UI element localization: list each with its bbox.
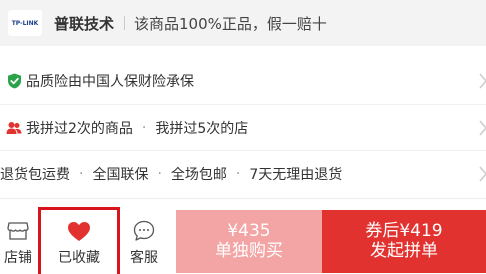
solo-label: 单独购买 xyxy=(215,240,283,261)
favorite-label: 已收藏 xyxy=(58,250,100,266)
solo-price: ¥435 xyxy=(227,220,271,241)
store-tab-label: 店铺 xyxy=(4,250,32,266)
customer-service-button[interactable]: 客服 xyxy=(124,209,164,273)
start-group-buy-button[interactable]: 券后¥419 发起拼单 xyxy=(322,210,486,273)
service-label: 客服 xyxy=(130,250,158,266)
group-label: 发起拼单 xyxy=(370,240,438,261)
store-name: 普联技术 xyxy=(54,14,115,33)
group-price: 券后¥419 xyxy=(365,220,443,241)
favorite-button[interactable]: 已收藏 xyxy=(38,207,120,274)
service-item: 全国联保 xyxy=(92,166,149,183)
history-item-store: 我拼过5次的店 xyxy=(155,120,249,137)
chat-bubble-icon xyxy=(133,219,155,243)
service-item: 7天无理由退货 xyxy=(249,166,343,183)
guarantee-row[interactable]: 品质险由中国人保财险承保 xyxy=(0,58,486,104)
service-item: 全场包邮 xyxy=(170,166,227,183)
separator-dot: · xyxy=(79,165,84,182)
separator-dot: · xyxy=(235,165,241,182)
history-item-product: 我拼过2次的商品 xyxy=(26,120,133,137)
chevron-right-icon xyxy=(479,166,486,182)
service-promises-row[interactable]: 退货包运费 · 全国联保 · 全场包邮 · 7天无理由退货 xyxy=(0,150,486,196)
service-item: 退货包运费 xyxy=(0,166,70,183)
divider xyxy=(124,16,126,30)
chevron-right-icon xyxy=(479,120,486,136)
bottom-action-bar: 店铺 已收藏 客服 ¥435 单独购买 券后¥419 发起拼单 xyxy=(0,198,486,274)
store-logo-text: TP-LINK xyxy=(11,19,39,27)
users-icon xyxy=(6,120,22,136)
heart-icon xyxy=(67,219,91,243)
store-tab-button[interactable]: 店铺 xyxy=(0,209,36,273)
store-banner[interactable]: TP-LINK 普联技术 该商品100%正品，假一赔十 xyxy=(0,0,486,46)
store-logo: TP-LINK xyxy=(8,10,42,36)
buy-alone-button[interactable]: ¥435 单独购买 xyxy=(176,210,322,273)
shield-check-icon xyxy=(6,73,22,89)
store-slogan: 该商品100%正品，假一赔十 xyxy=(134,14,327,33)
store-icon xyxy=(7,219,29,243)
purchase-history-row[interactable]: 我拼过2次的商品 · 我拼过5次的店 xyxy=(0,104,486,150)
separator-dot: · xyxy=(157,165,162,182)
product-detail-bottom: TP-LINK 普联技术 该商品100%正品，假一赔十 品质险由中国人保财险承保… xyxy=(0,0,486,274)
guarantee-text: 品质险由中国人保财险承保 xyxy=(26,74,194,90)
separator-dot: · xyxy=(141,119,147,136)
chevron-right-icon xyxy=(479,73,486,89)
